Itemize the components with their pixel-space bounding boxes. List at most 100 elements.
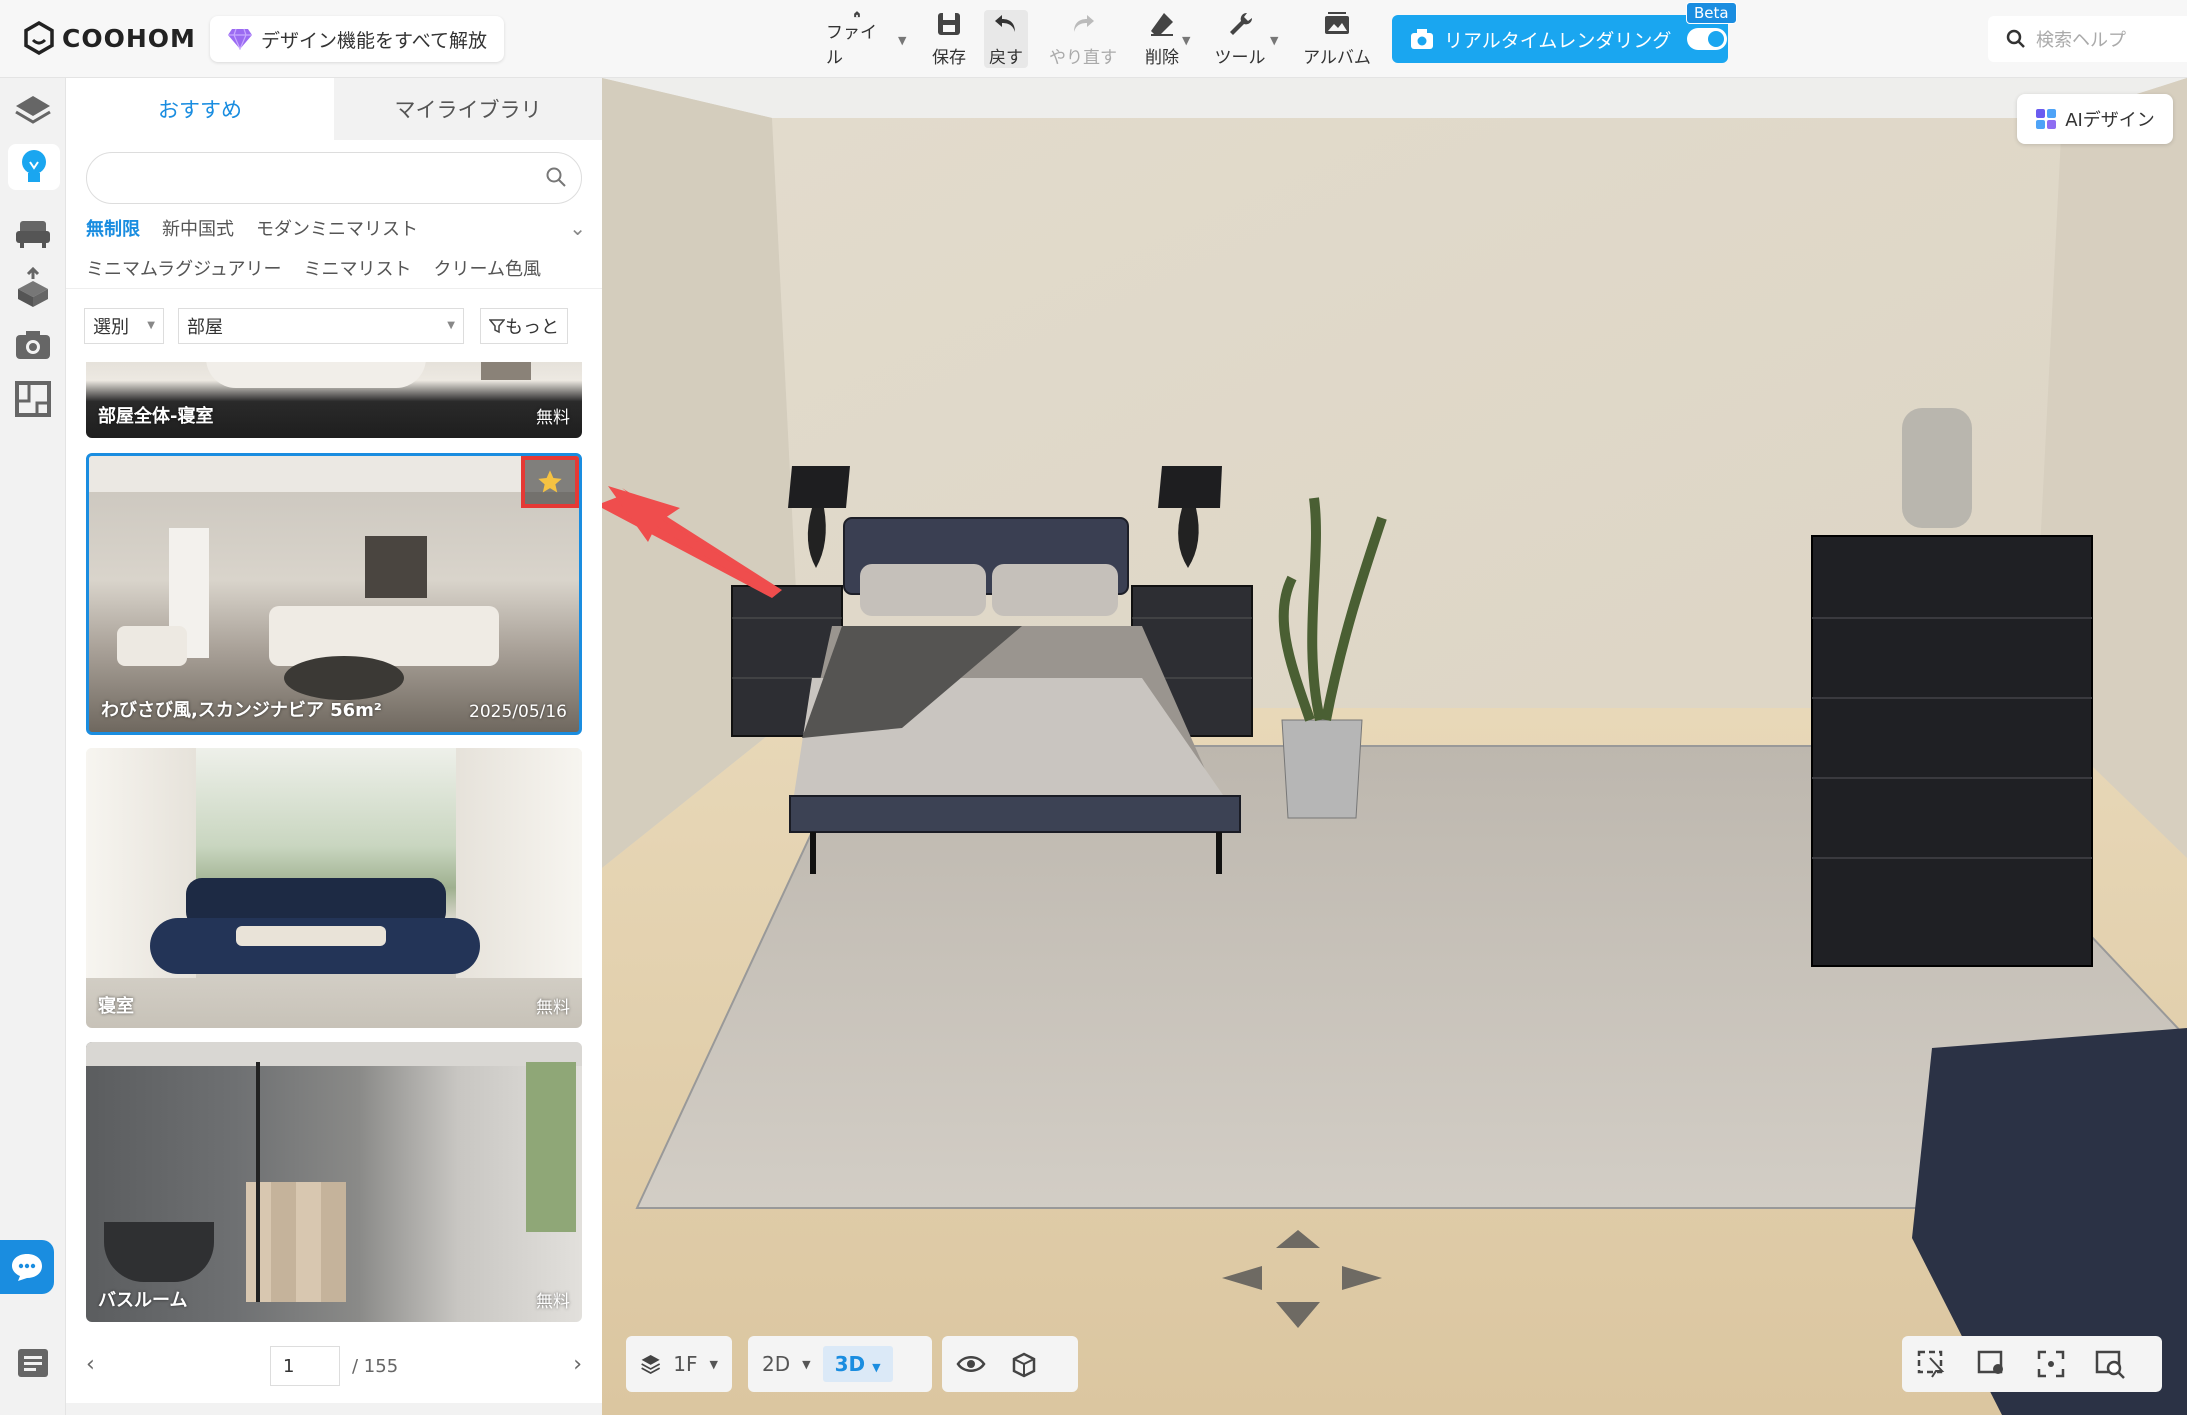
divider xyxy=(66,288,602,289)
card-free-tag: 無料 xyxy=(536,408,570,428)
page-number-input[interactable]: 1 xyxy=(270,1346,340,1386)
card-free-tag: 無料 xyxy=(536,998,570,1018)
chat-support-button[interactable] xyxy=(0,1240,54,1294)
search-icon[interactable] xyxy=(545,166,567,192)
style-tag-unlimited[interactable]: 無制限 xyxy=(86,215,140,241)
design-card[interactable]: 部屋全体-寝室 無料 xyxy=(86,362,582,438)
focus-icon[interactable] xyxy=(2036,1349,2066,1379)
wrench-icon xyxy=(1230,12,1253,35)
cube-view-icon[interactable] xyxy=(1010,1350,1038,1378)
filter-select-value: 選別 xyxy=(93,317,129,338)
rail-furniture-icon[interactable] xyxy=(10,210,56,256)
style-tag-cream[interactable]: クリーム色風 xyxy=(433,255,540,281)
card-caption: 部屋全体-寝室 xyxy=(98,406,214,427)
rail-floorplan-icon[interactable] xyxy=(10,376,56,422)
style-tag-modern-minimalist[interactable]: モダンミニマリスト xyxy=(256,215,418,241)
album-button[interactable]: アルバム xyxy=(1302,10,1372,68)
design-card-selected[interactable]: わびさび風,スカンジナビア 56m² 2025/05/16 xyxy=(86,453,582,735)
design-card[interactable]: 寝室 無料 xyxy=(86,748,582,1028)
file-label: ファイル xyxy=(826,23,877,68)
panel-tabs: おすすめ マイライブラリ xyxy=(66,78,602,140)
favorite-star-button[interactable] xyxy=(521,456,579,508)
floor-selector[interactable]: 1F ▼ xyxy=(626,1336,732,1392)
card-date: 2025/05/16 xyxy=(469,702,567,722)
view-3d-button[interactable]: 3D ▼ xyxy=(822,1346,893,1382)
unlock-label: デザイン機能をすべて解放 xyxy=(261,29,487,52)
card-caption: わびさび風,スカンジナビア 56m² xyxy=(101,700,382,721)
more-filters-button[interactable]: もっと xyxy=(480,308,568,344)
style-tag-minimal-luxury[interactable]: ミニマムラグジュアリー xyxy=(86,255,281,281)
design-card-list: 部屋全体-寝室 無料 わびさび風,スカンジナビア 56m² 2025/05/16… xyxy=(86,362,582,1332)
delete-button[interactable]: 削除 xyxy=(1140,10,1184,68)
filter-select-dropdown[interactable]: 選別 ▼ xyxy=(84,308,164,344)
undo-label: 戻す xyxy=(989,48,1023,68)
next-page-icon[interactable]: › xyxy=(573,1352,582,1377)
home-icon xyxy=(854,11,860,18)
delete-label: 削除 xyxy=(1145,48,1179,68)
layers-icon xyxy=(641,1354,661,1374)
search-icon xyxy=(2006,29,2025,48)
style-filter-tags: 無制限 新中国式 モダンミニマリスト ミニマムラグジュアリー ミニマリスト クリ… xyxy=(86,208,586,288)
rail-render-camera-icon[interactable] xyxy=(10,322,56,368)
inspiration-panel: おすすめ マイライブラリ 無制限 新中国式 モダンミニマリスト ミニマムラグジュ… xyxy=(66,78,602,1403)
tab-my-library[interactable]: マイライブラリ xyxy=(334,78,602,140)
file-caret-icon[interactable]: ▼ xyxy=(898,34,906,47)
camera-tools xyxy=(1902,1336,2162,1392)
tools-caret-icon[interactable]: ▼ xyxy=(1270,34,1278,47)
page-total: / 155 xyxy=(352,1356,399,1377)
camera-icon xyxy=(1411,29,1433,49)
zoom-view-icon[interactable] xyxy=(2094,1349,2126,1379)
album-icon xyxy=(1325,12,1349,34)
file-menu-button[interactable]: ファイル xyxy=(826,10,888,68)
floor-value: 1F xyxy=(673,1352,698,1376)
realtime-rendering-button[interactable]: リアルタイムレンダリング xyxy=(1392,15,1728,63)
beta-badge: Beta xyxy=(1686,2,1737,24)
unlock-design-button[interactable]: デザイン機能をすべて解放 xyxy=(210,16,504,62)
coohom-logo[interactable]: COOHOM xyxy=(22,18,196,58)
view-2d-button[interactable]: 2D xyxy=(762,1352,790,1376)
eraser-icon xyxy=(1151,13,1173,36)
design-search-input[interactable] xyxy=(107,153,547,203)
display-tools xyxy=(942,1336,1078,1392)
design-search-field[interactable] xyxy=(86,152,582,204)
rail-inspiration-icon[interactable] xyxy=(8,144,60,190)
redo-icon xyxy=(1074,15,1094,32)
redo-button[interactable]: やり直す xyxy=(1046,10,1120,68)
logo-text: COOHOM xyxy=(62,23,196,53)
tools-menu-button[interactable]: ツール xyxy=(1212,10,1268,68)
tab-recommended[interactable]: おすすめ xyxy=(66,78,334,140)
chevron-down-icon[interactable]: ⌄ xyxy=(569,216,586,240)
filter-icon xyxy=(489,319,505,334)
chat-icon xyxy=(12,1254,42,1281)
style-tag-new-chinese[interactable]: 新中国式 xyxy=(162,215,234,241)
screenshot-icon[interactable] xyxy=(1916,1349,1948,1379)
ai-design-button[interactable]: AIデザイン xyxy=(2017,94,2173,144)
room-type-dropdown[interactable]: 部屋 ▼ xyxy=(178,308,464,344)
rail-build-icon[interactable] xyxy=(10,88,56,134)
camera-settings-icon[interactable] xyxy=(1976,1349,2008,1379)
style-tag-minimalist[interactable]: ミニマリスト xyxy=(303,255,411,281)
undo-icon xyxy=(995,15,1015,32)
save-label: 保存 xyxy=(932,48,966,68)
album-label: アルバム xyxy=(1303,48,1371,68)
more-filters-label: もっと xyxy=(505,317,559,338)
save-icon xyxy=(938,13,960,35)
render-label: リアルタイムレンダリング xyxy=(1444,29,1672,52)
rail-upload-model-icon[interactable] xyxy=(10,264,56,310)
render-toggle[interactable] xyxy=(1687,28,1728,50)
redo-label: やり直す xyxy=(1049,48,1117,68)
room-scene xyxy=(602,78,2187,1415)
3d-viewport[interactable] xyxy=(602,78,2187,1415)
help-search-input[interactable]: 検索ヘルプ xyxy=(1988,16,2187,62)
ai-design-icon xyxy=(2036,109,2057,129)
save-button[interactable]: 保存 xyxy=(926,10,972,68)
left-icon-rail xyxy=(0,78,66,1415)
rail-list-icon[interactable] xyxy=(10,1340,56,1386)
card-free-tag: 無料 xyxy=(536,1292,570,1312)
prev-page-icon[interactable]: ‹ xyxy=(86,1352,95,1377)
eye-icon[interactable] xyxy=(956,1353,986,1375)
pagination: ‹ 1 / 155 › xyxy=(66,1340,602,1394)
design-card[interactable]: バスルーム 無料 xyxy=(86,1042,582,1322)
delete-caret-icon[interactable]: ▼ xyxy=(1182,34,1190,47)
undo-button[interactable]: 戻す xyxy=(984,10,1028,68)
